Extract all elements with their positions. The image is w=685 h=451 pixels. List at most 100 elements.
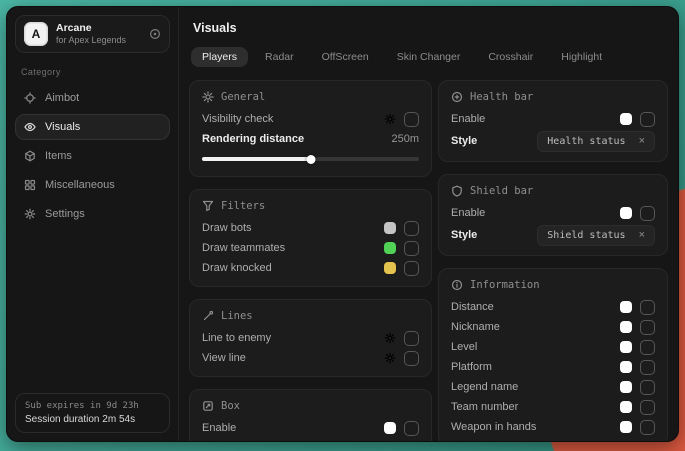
color-swatch[interactable] — [620, 321, 632, 333]
row-team-number: Team number — [451, 397, 655, 417]
brand-card: A Arcane for Apex Legends — [15, 15, 170, 53]
gear-icon[interactable] — [384, 352, 396, 364]
box-icon — [202, 400, 214, 412]
cube-icon — [24, 150, 36, 162]
tab-highlight[interactable]: Highlight — [550, 47, 613, 67]
color-swatch[interactable] — [384, 242, 396, 254]
row-label: Line to enemy — [202, 332, 271, 344]
tab-players[interactable]: Players — [191, 47, 248, 67]
checkbox[interactable] — [640, 400, 655, 415]
row-controls — [620, 340, 655, 355]
sidebar: A Arcane for Apex Legends Category Aimbo… — [7, 7, 179, 441]
row-controls — [384, 441, 419, 442]
checkbox[interactable] — [404, 441, 419, 442]
checkbox[interactable] — [640, 112, 655, 127]
checkbox[interactable] — [404, 351, 419, 366]
page-title: Visuals — [193, 21, 668, 35]
checkbox[interactable] — [640, 380, 655, 395]
row-label: Legend name — [451, 381, 518, 393]
gear-icon[interactable] — [384, 332, 396, 344]
row-label: Style — [451, 229, 477, 241]
sidebar-item-settings[interactable]: Settings — [15, 201, 170, 227]
row-line-to-enemy: Line to enemy — [202, 328, 419, 348]
color-swatch[interactable] — [620, 207, 632, 219]
checkbox[interactable] — [404, 221, 419, 236]
checkbox[interactable] — [404, 331, 419, 346]
rendering-distance-slider[interactable] — [202, 152, 419, 166]
target-icon[interactable] — [149, 28, 161, 40]
checkbox[interactable] — [640, 206, 655, 221]
color-swatch[interactable] — [620, 361, 632, 373]
checkbox[interactable] — [640, 360, 655, 375]
checkbox[interactable] — [640, 320, 655, 335]
checkbox[interactable] — [404, 112, 419, 127]
tab-skin-changer[interactable]: Skin Changer — [386, 47, 472, 67]
color-swatch[interactable] — [384, 422, 396, 434]
card-title: Information — [470, 279, 540, 291]
color-swatch[interactable] — [384, 262, 396, 274]
tab-crosshair[interactable]: Crosshair — [477, 47, 544, 67]
checkbox[interactable] — [640, 340, 655, 355]
row-label: Visibility check — [202, 113, 273, 125]
card-box: BoxEnableEnable background — [189, 389, 432, 441]
sidebar-item-visuals[interactable]: Visuals — [15, 114, 170, 140]
row-enable: Enable — [202, 418, 419, 438]
select-tag-label: Health status — [547, 136, 625, 147]
checkbox[interactable] — [404, 261, 419, 276]
row-level: Level — [451, 337, 655, 357]
crosshair-icon — [24, 92, 36, 104]
health-icon — [451, 91, 463, 103]
style-select[interactable]: Health status × — [537, 131, 655, 152]
row-enable-background: Enable background — [202, 438, 419, 441]
shield-icon — [451, 185, 463, 197]
card-information: InformationDistanceNicknameLevelPlatform… — [438, 268, 668, 441]
card-header: Information — [451, 277, 655, 293]
checkbox[interactable] — [640, 300, 655, 315]
sidebar-item-items[interactable]: Items — [15, 143, 170, 169]
row-label: Team number — [451, 401, 518, 413]
row-enable: Enable — [451, 109, 655, 129]
slider-fill — [202, 157, 311, 161]
sidebar-item-aimbot[interactable]: Aimbot — [15, 85, 170, 111]
row-controls: Shield status × — [537, 225, 655, 246]
card-title: Lines — [221, 310, 253, 322]
select-tag-label: Shield status — [547, 230, 625, 241]
style-select[interactable]: Shield status × — [537, 225, 655, 246]
remove-tag-icon[interactable]: × — [639, 136, 645, 147]
card-health-bar: Health barEnableStyleHealth status× — [438, 80, 668, 162]
row-label: Enable — [202, 422, 236, 434]
row-controls — [384, 261, 419, 276]
remove-tag-icon[interactable]: × — [639, 230, 645, 241]
color-swatch[interactable] — [620, 341, 632, 353]
color-swatch[interactable] — [384, 222, 396, 234]
app-window: A Arcane for Apex Legends Category Aimbo… — [6, 6, 679, 442]
row-controls — [620, 400, 655, 415]
color-swatch[interactable] — [620, 401, 632, 413]
slider-thumb[interactable] — [306, 155, 315, 164]
card-header: Filters — [202, 198, 419, 214]
sidebar-item-miscellaneous[interactable]: Miscellaneous — [15, 172, 170, 198]
checkbox[interactable] — [404, 421, 419, 436]
color-swatch[interactable] — [620, 421, 632, 433]
brand-text: Arcane for Apex Legends — [56, 22, 141, 45]
gear-icon — [24, 208, 36, 220]
gear-icon[interactable] — [384, 113, 396, 125]
row-controls — [620, 360, 655, 375]
brand-subtitle: for Apex Legends — [56, 35, 141, 46]
color-swatch[interactable] — [620, 381, 632, 393]
funnel-icon — [202, 200, 214, 212]
row-controls — [384, 331, 419, 346]
color-swatch[interactable] — [620, 113, 632, 125]
row-label: Weapon in hands — [451, 421, 536, 433]
sidebar-item-label: Aimbot — [45, 92, 79, 104]
checkbox[interactable] — [640, 420, 655, 435]
line-icon — [202, 310, 214, 322]
tab-offscreen[interactable]: OffScreen — [311, 47, 380, 67]
row-controls — [384, 241, 419, 256]
row-controls — [384, 221, 419, 236]
color-swatch[interactable] — [620, 301, 632, 313]
tab-radar[interactable]: Radar — [254, 47, 305, 67]
sidebar-item-label: Miscellaneous — [45, 179, 115, 191]
brand-title: Arcane — [56, 22, 141, 35]
checkbox[interactable] — [404, 241, 419, 256]
